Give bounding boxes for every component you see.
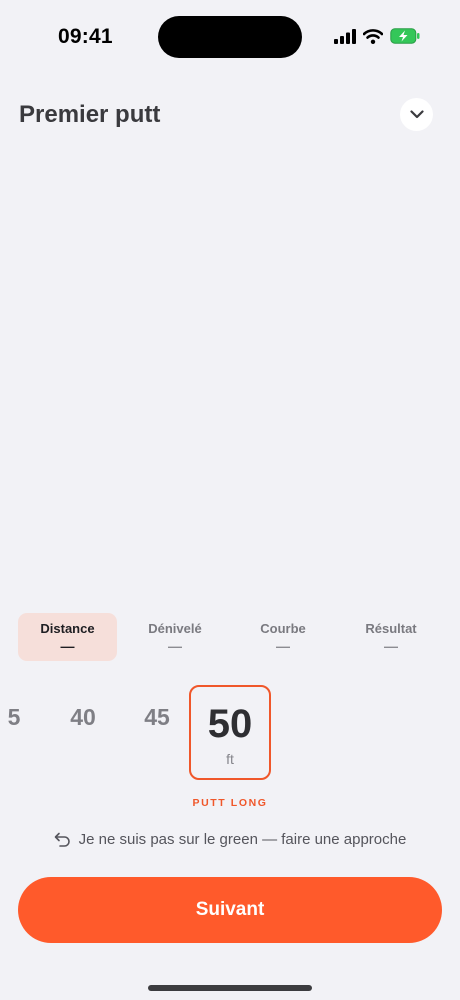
- tab-label: Courbe: [260, 621, 306, 636]
- cellular-signal-icon: [334, 28, 356, 44]
- distance-picker[interactable]: 5 40 45 50 ft: [0, 685, 460, 782]
- dynamic-island: [158, 16, 302, 58]
- tab-label: Dénivelé: [148, 621, 202, 636]
- tab-courbe[interactable]: Courbe —: [234, 613, 332, 661]
- distance-option[interactable]: 5: [0, 704, 36, 731]
- selected-distance-value: 50: [207, 702, 253, 746]
- page-title: Premier putt: [19, 101, 161, 128]
- step-tabs: Distance — Dénivelé — Courbe — Résultat …: [18, 613, 445, 661]
- tab-denivele[interactable]: Dénivelé —: [126, 613, 224, 661]
- distance-option[interactable]: 45: [135, 704, 179, 731]
- distance-option[interactable]: 40: [61, 704, 105, 731]
- tab-value: —: [384, 638, 398, 654]
- battery-charging-icon: [390, 28, 420, 44]
- approach-link[interactable]: Je ne suis pas sur le green — faire une …: [0, 831, 460, 848]
- distance-unit: ft: [226, 751, 234, 767]
- tab-label: Résultat: [365, 621, 417, 636]
- tab-value: —: [60, 638, 75, 654]
- wifi-icon: [363, 28, 383, 44]
- next-button[interactable]: Suivant: [18, 877, 442, 943]
- tab-value: —: [276, 638, 290, 654]
- putt-category-label: PUTT LONG: [192, 797, 268, 809]
- tab-label: Distance: [40, 621, 95, 636]
- chevron-down-icon: [409, 110, 424, 119]
- tab-distance[interactable]: Distance —: [18, 613, 117, 661]
- home-indicator: [148, 985, 312, 991]
- status-icons: [334, 28, 420, 44]
- tab-resultat[interactable]: Résultat —: [342, 613, 440, 661]
- selected-distance[interactable]: 50 ft: [189, 685, 271, 780]
- tab-value: —: [168, 638, 182, 654]
- collapse-button[interactable]: [400, 98, 433, 131]
- approach-link-label: Je ne suis pas sur le green — faire une …: [78, 831, 407, 848]
- undo-arrow-icon: [54, 832, 70, 847]
- status-time: 09:41: [58, 25, 113, 48]
